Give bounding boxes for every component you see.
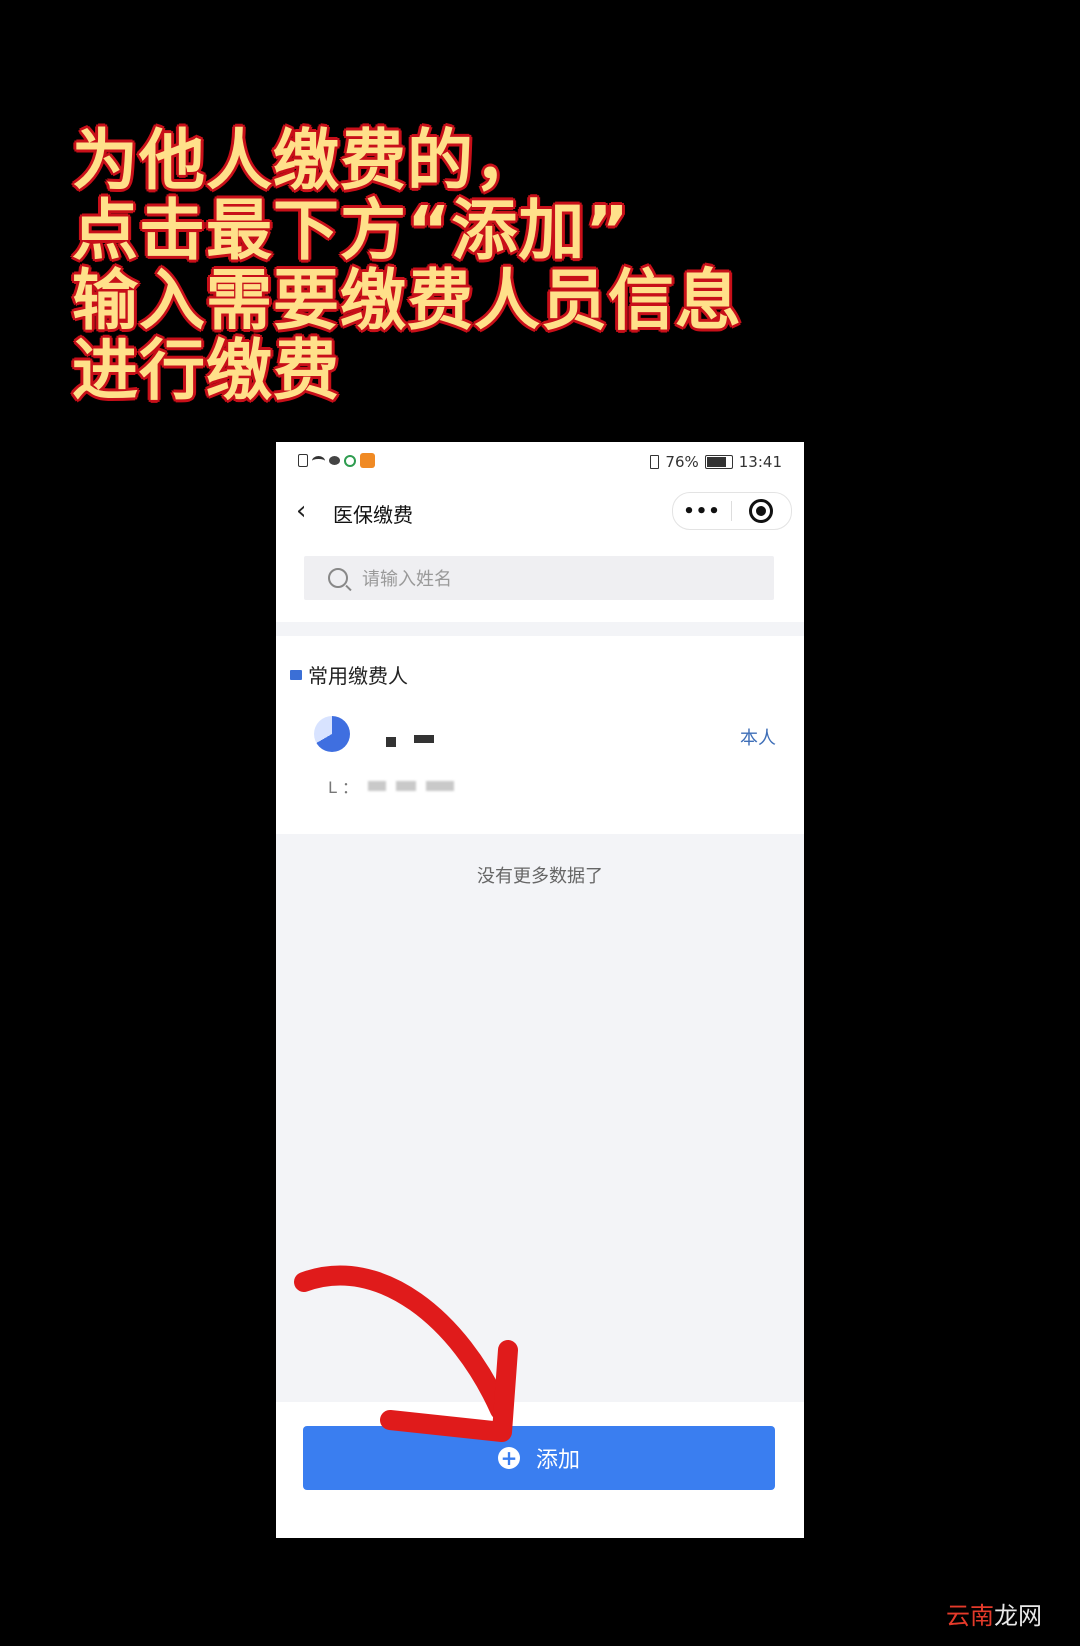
plus-circle-icon: + <box>497 1447 520 1469</box>
frequent-payers-card: 常用缴费人 本人 L ： <box>276 636 804 834</box>
nav-bar: ‹ 医保缴费 ••• <box>276 482 804 540</box>
add-payer-button[interactable]: + 添加 <box>303 1426 775 1490</box>
bottom-bar: + 添加 <box>276 1402 804 1538</box>
section-marker-icon <box>290 669 302 680</box>
caption-line-1: 为他人缴费的， <box>72 122 541 199</box>
status-notification-icons <box>298 453 375 468</box>
search-icon <box>328 568 348 588</box>
search-box[interactable] <box>304 556 774 602</box>
instruction-caption: 为他人缴费的， 点击最下方“添加” 输入需要缴费人员信息 进行缴费 <box>72 126 972 406</box>
section-title: 常用缴费人 <box>308 664 408 688</box>
back-arrow-icon[interactable]: ‹ <box>296 498 320 524</box>
payer-id-row: L ： <box>328 774 455 798</box>
page-title: 医保缴费 <box>333 503 413 527</box>
vibrate-icon <box>650 455 660 469</box>
id-prefix: L ： <box>328 778 359 797</box>
wifi-icon <box>312 455 325 466</box>
more-menu-icon[interactable]: ••• <box>673 501 731 522</box>
redacted-id <box>426 781 455 791</box>
phone-screen: 76% 13:41 ‹ 医保缴费 ••• 常用缴费人 <box>276 442 804 1538</box>
search-area <box>276 540 804 622</box>
redacted-id <box>396 781 417 791</box>
target-icon <box>749 499 773 523</box>
payer-list-item[interactable]: 本人 L ： <box>276 716 804 816</box>
list-end-text: 没有更多数据了 <box>477 866 603 887</box>
watermark-part-1: 云南 <box>946 1602 994 1630</box>
watermark-part-2: 龙网 <box>994 1602 1042 1630</box>
caption-line-2: 点击最下方“添加” <box>72 192 630 269</box>
clock: 13:41 <box>738 453 782 471</box>
section-header: 常用缴费人 <box>290 660 408 689</box>
battery-icon <box>704 455 733 469</box>
self-tag: 本人 <box>740 728 776 749</box>
close-miniprogram-button[interactable] <box>732 499 790 523</box>
redacted-id <box>368 781 387 791</box>
sim-icon <box>298 454 308 467</box>
app-icon <box>344 454 356 467</box>
status-bar: 76% 13:41 <box>276 442 804 482</box>
avatar <box>314 716 350 752</box>
video-app-icon <box>360 453 375 468</box>
payer-name-redacted <box>386 728 434 752</box>
battery-percent: 76% <box>665 453 699 471</box>
miniprogram-capsule: ••• <box>672 492 792 530</box>
add-button-label: 添加 <box>535 1448 580 1473</box>
site-watermark: 云南龙网 <box>946 1596 1042 1631</box>
wechat-icon <box>329 456 340 465</box>
caption-line-4: 进行缴费 <box>72 332 340 409</box>
status-system-info: 76% 13:41 <box>650 453 782 471</box>
caption-line-3: 输入需要缴费人员信息 <box>72 262 742 339</box>
search-input[interactable] <box>360 556 744 602</box>
